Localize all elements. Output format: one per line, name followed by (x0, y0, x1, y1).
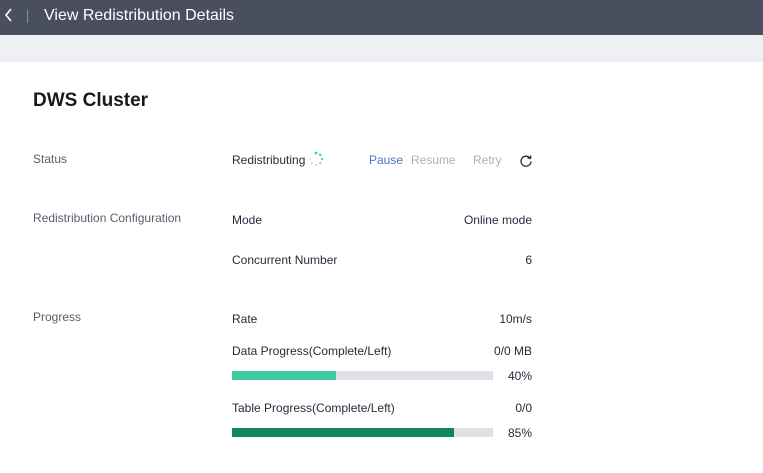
status-value: Redistributing (232, 153, 306, 167)
rate-label: Rate (232, 312, 258, 326)
config-label: Redistribution Configuration (33, 211, 182, 225)
rate-value: 10m/s (499, 312, 532, 326)
top-bar: View Redistribution Details (0, 0, 763, 35)
progress-label: Progress (33, 310, 82, 324)
mode-value: Online mode (463, 213, 532, 227)
table-progress-fill (232, 428, 454, 437)
data-progress-fill (232, 371, 337, 380)
table-progress-label: Table Progress(Complete/Left) (232, 401, 395, 415)
loading-spinner-icon (309, 151, 324, 166)
page-title: View Redistribution Details (44, 7, 235, 24)
data-progress-bar (232, 371, 493, 380)
mode-label: Mode (232, 213, 263, 227)
status-label: Status (33, 152, 68, 166)
resume-button[interactable]: Resume (411, 153, 456, 167)
table-progress-percent: 85% (507, 426, 532, 440)
data-progress-value: 0/0 MB (493, 344, 532, 358)
refresh-icon[interactable] (519, 154, 533, 168)
retry-button[interactable]: Retry (473, 153, 502, 167)
data-progress-label: Data Progress(Complete/Left) (232, 344, 392, 358)
back-button[interactable] (0, 0, 20, 32)
header-divider (27, 10, 28, 23)
table-progress-value: 0/0 (515, 401, 532, 415)
data-progress-percent: 40% (507, 369, 532, 383)
section-title: DWS Cluster (33, 90, 149, 111)
concurrent-number-label: Concurrent Number (232, 253, 338, 267)
table-progress-bar (232, 428, 493, 437)
header-band (0, 35, 763, 62)
pause-button[interactable]: Pause (369, 153, 403, 167)
chevron-left-icon (4, 8, 12, 22)
concurrent-number-value: 6 (525, 253, 532, 267)
